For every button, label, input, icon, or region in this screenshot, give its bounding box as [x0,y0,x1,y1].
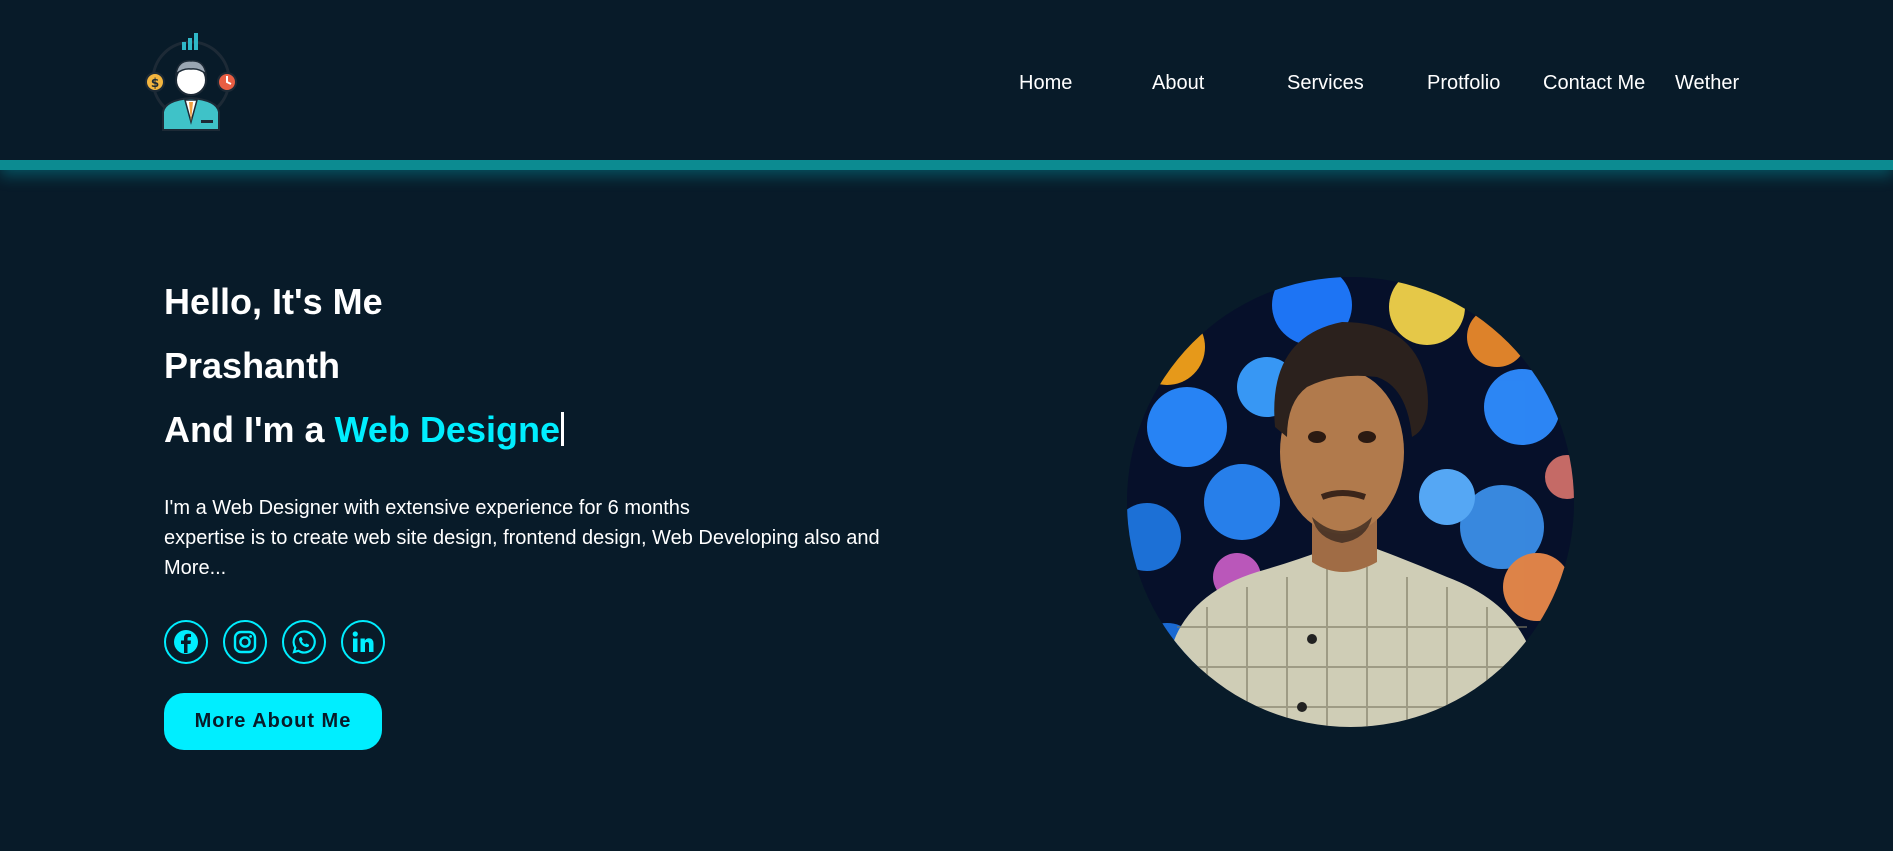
typing-cursor [560,412,564,446]
linkedin-icon [352,631,374,652]
nav-contact[interactable]: Contact Me [1543,68,1645,98]
description-line: expertise is to create web site design, … [164,527,880,549]
nav-portfolio[interactable]: Protfolio [1427,68,1500,98]
hero-role: And I'm a Web Designe [164,408,564,452]
facebook-icon [174,630,198,654]
site-header: $ Home About Services Protfolio Contact … [0,0,1893,170]
profile-photo [1127,277,1574,727]
main-nav: Home About Services Protfolio Contact Me… [0,68,1893,98]
linkedin-link[interactable] [341,620,385,664]
nav-services[interactable]: Services [1287,68,1364,98]
hero-role-typed: Web Designe [334,409,560,450]
facebook-link[interactable] [164,620,208,664]
instagram-link[interactable] [223,620,267,664]
whatsapp-icon [292,630,316,654]
whatsapp-link[interactable] [282,620,326,664]
hero-greeting: Hello, It's Me [164,281,383,322]
nav-home[interactable]: Home [1019,68,1072,98]
nav-about[interactable]: About [1152,68,1204,98]
hero-description: I'm a Web Designer with extensive experi… [164,493,924,583]
more-about-me-button[interactable]: More About Me [164,693,382,750]
description-line: More... [164,557,227,579]
hero-name: Prashanth [164,345,341,386]
hero-role-prefix: And I'm a [164,409,335,450]
nav-weather[interactable]: Wether [1675,68,1739,98]
instagram-icon [233,630,257,654]
description-line: I'm a Web Designer with extensive experi… [164,497,690,519]
